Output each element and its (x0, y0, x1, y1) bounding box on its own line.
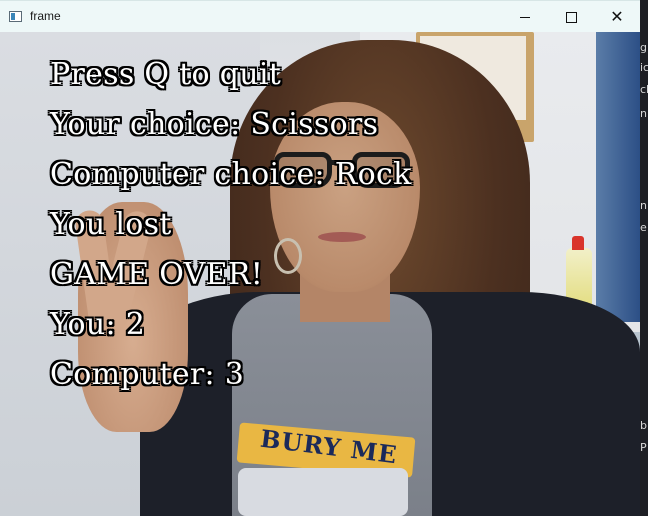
close-button[interactable]: ✕ (594, 1, 640, 33)
tshirt-print-art (238, 468, 408, 516)
background-text-fragment: e (640, 221, 647, 234)
background-text-fragment: g (640, 41, 647, 54)
game-over-text: GAME OVER! (50, 257, 264, 292)
background-text-fragment: n (640, 199, 647, 212)
background-text-fragment: ch (640, 83, 648, 96)
computer-choice-text: Computer choice: Rock (50, 157, 412, 192)
player-choice-text: Your choice: Scissors (50, 107, 379, 142)
computer-score-text: Computer: 3 (50, 357, 245, 392)
player-score-text: You: 2 (50, 307, 146, 342)
quit-instruction: Press Q to quit (50, 57, 282, 92)
background-text-fragment: ic (640, 61, 648, 74)
title-bar[interactable]: frame ✕ (0, 0, 640, 32)
round-result-text: You lost (50, 207, 172, 242)
game-status-overlay: Press Q to quit Your choice: Scissors Co… (50, 50, 412, 400)
frame-window: frame ✕ BURY ME Press Q to quit Your cho… (0, 0, 640, 516)
blue-door (596, 32, 640, 322)
window-title: frame (30, 9, 61, 23)
webcam-video-feed: BURY ME Press Q to quit Your choice: Sci… (0, 32, 640, 516)
background-text-fragment: P (640, 441, 647, 454)
maximize-icon (565, 11, 577, 23)
background-text-fragment: n (640, 107, 647, 120)
minimize-button[interactable] (502, 1, 548, 33)
app-icon (9, 11, 22, 22)
background-text-fragment: b (640, 419, 647, 432)
close-icon: ✕ (610, 7, 624, 26)
minimize-icon (520, 16, 530, 18)
maximize-button[interactable] (548, 1, 594, 33)
